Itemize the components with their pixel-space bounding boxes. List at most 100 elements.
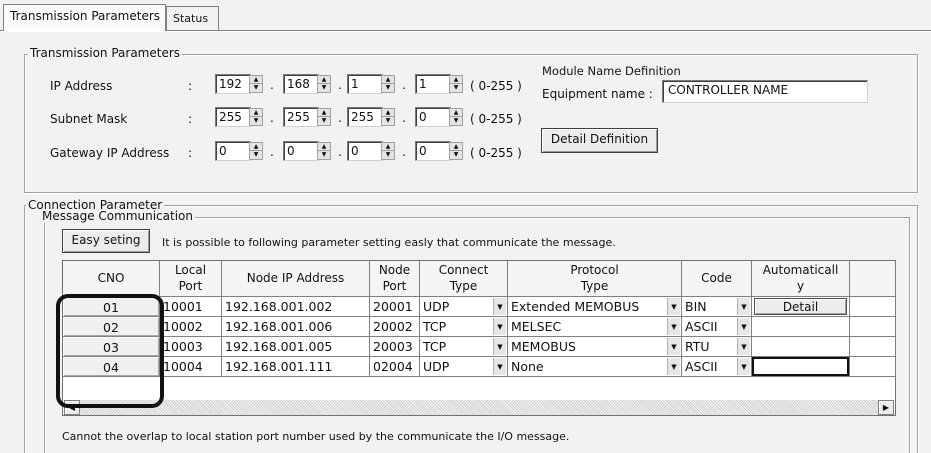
cell-automatically[interactable] (752, 317, 850, 337)
chevron-down-icon[interactable]: ▼ (667, 318, 680, 335)
chevron-down-icon[interactable]: ▼ (737, 298, 750, 315)
cell-protocol-type[interactable]: MELSEC ▼ (508, 317, 682, 337)
chevron-down-icon[interactable]: ▼ (667, 338, 680, 355)
chevron-down-icon[interactable]: ▼ (493, 298, 506, 315)
spin-buttons[interactable]: ▲ ▼ (381, 108, 395, 126)
spin-buttons[interactable]: ▲ ▼ (249, 108, 263, 126)
subnet-octet-spinbox[interactable]: 0 ▲ ▼ (415, 107, 465, 127)
column-header-automatically[interactable]: Automaticall y (752, 261, 850, 297)
column-header-connect-type[interactable]: Connect Type (420, 261, 508, 297)
cell-blank[interactable] (850, 357, 896, 377)
spin-buttons[interactable]: ▲ ▼ (249, 75, 263, 93)
cell-automatically[interactable] (752, 357, 850, 377)
cell-node-port[interactable]: 20003 (370, 337, 420, 357)
ip-octet-input[interactable]: 1 (415, 74, 451, 94)
triangle-up-icon[interactable]: ▲ (382, 109, 394, 117)
chevron-down-icon[interactable]: ▼ (667, 358, 680, 375)
column-header-blank[interactable] (850, 261, 896, 297)
gateway-octet-input[interactable]: 0 (347, 141, 383, 161)
gateway-octet-spinbox[interactable]: 0 ▲ ▼ (415, 141, 465, 161)
detail-button[interactable]: Detail (754, 298, 847, 315)
easy-setting-button[interactable]: Easy seting (62, 229, 150, 253)
ip-octet-input[interactable]: 168 (283, 74, 319, 94)
cell-node-ip-address[interactable]: 192.168.001.002 (222, 297, 370, 317)
cell-node-port[interactable]: 02004 (370, 357, 420, 377)
scroll-right-icon[interactable]: ▶ (878, 400, 894, 415)
triangle-down-icon[interactable]: ▼ (318, 117, 330, 125)
triangle-up-icon[interactable]: ▲ (450, 109, 462, 117)
cell-connect-type[interactable]: TCP ▼ (420, 317, 508, 337)
gateway-octet-input[interactable]: 0 (215, 141, 251, 161)
subnet-octet-input[interactable]: 255 (283, 107, 319, 127)
triangle-down-icon[interactable]: ▼ (250, 117, 262, 125)
column-header-protocol-type[interactable]: Protocol Type (508, 261, 682, 297)
gateway-octet-input[interactable]: 0 (283, 141, 319, 161)
cell-node-ip-address[interactable]: 192.168.001.006 (222, 317, 370, 337)
cell-node-port[interactable]: 20001 (370, 297, 420, 317)
spin-buttons[interactable]: ▲ ▼ (317, 108, 331, 126)
cell-node-ip-address[interactable]: 192.168.001.005 (222, 337, 370, 357)
subnet-octet-input[interactable]: 0 (415, 107, 451, 127)
triangle-down-icon[interactable]: ▼ (382, 151, 394, 159)
chevron-down-icon[interactable]: ▼ (493, 318, 506, 335)
spin-buttons[interactable]: ▲ ▼ (317, 75, 331, 93)
triangle-up-icon[interactable]: ▲ (250, 143, 262, 151)
triangle-down-icon[interactable]: ▼ (450, 117, 462, 125)
spin-buttons[interactable]: ▲ ▼ (381, 75, 395, 93)
triangle-up-icon[interactable]: ▲ (318, 76, 330, 84)
triangle-up-icon[interactable]: ▲ (450, 76, 462, 84)
cell-blank[interactable] (850, 297, 896, 317)
spin-buttons[interactable]: ▲ ▼ (449, 75, 463, 93)
ip-octet-spinbox[interactable]: 192 ▲ ▼ (215, 74, 265, 94)
spin-buttons[interactable]: ▲ ▼ (249, 142, 263, 160)
cell-connect-type[interactable]: TCP ▼ (420, 337, 508, 357)
triangle-down-icon[interactable]: ▼ (318, 151, 330, 159)
detail-definition-button[interactable]: Detail Definition (541, 128, 658, 153)
spin-buttons[interactable]: ▲ ▼ (381, 142, 395, 160)
subnet-octet-spinbox[interactable]: 255 ▲ ▼ (347, 107, 397, 127)
cell-connect-type[interactable]: UDP ▼ (420, 297, 508, 317)
triangle-down-icon[interactable]: ▼ (318, 84, 330, 92)
ip-octet-spinbox[interactable]: 168 ▲ ▼ (283, 74, 333, 94)
ip-octet-spinbox[interactable]: 1 ▲ ▼ (347, 74, 397, 94)
subnet-octet-spinbox[interactable]: 255 ▲ ▼ (215, 107, 265, 127)
gateway-octet-spinbox[interactable]: 0 ▲ ▼ (215, 141, 265, 161)
cell-local-port[interactable]: 10003 (160, 337, 222, 357)
cell-blank[interactable] (850, 337, 896, 357)
column-header-cno[interactable]: CNO (63, 261, 160, 297)
scrollbar-track[interactable] (80, 400, 878, 415)
spin-buttons[interactable]: ▲ ▼ (317, 142, 331, 160)
triangle-up-icon[interactable]: ▲ (318, 143, 330, 151)
triangle-up-icon[interactable]: ▲ (250, 76, 262, 84)
cell-code[interactable]: BIN ▼ (682, 297, 752, 317)
column-header-code[interactable]: Code (682, 261, 752, 297)
cell-automatically[interactable]: Detail (752, 297, 850, 317)
horizontal-scrollbar[interactable]: ◀ ▶ (64, 400, 894, 415)
cell-connect-type[interactable]: UDP ▼ (420, 357, 508, 377)
triangle-down-icon[interactable]: ▼ (450, 84, 462, 92)
chevron-down-icon[interactable]: ▼ (737, 338, 750, 355)
gateway-octet-input[interactable]: 0 (415, 141, 451, 161)
cell-automatically[interactable] (752, 337, 850, 357)
chevron-down-icon[interactable]: ▼ (667, 298, 680, 315)
column-header-local-port[interactable]: Local Port (160, 261, 222, 297)
ip-octet-input[interactable]: 1 (347, 74, 383, 94)
triangle-down-icon[interactable]: ▼ (250, 84, 262, 92)
cell-local-port[interactable]: 10001 (160, 297, 222, 317)
cell-local-port[interactable]: 10002 (160, 317, 222, 337)
triangle-down-icon[interactable]: ▼ (450, 151, 462, 159)
subnet-octet-input[interactable]: 255 (215, 107, 251, 127)
spin-buttons[interactable]: ▲ ▼ (449, 108, 463, 126)
subnet-octet-spinbox[interactable]: 255 ▲ ▼ (283, 107, 333, 127)
equipment-name-input[interactable]: CONTROLLER NAME (662, 80, 868, 103)
subnet-octet-input[interactable]: 255 (347, 107, 383, 127)
triangle-up-icon[interactable]: ▲ (450, 143, 462, 151)
chevron-down-icon[interactable]: ▼ (737, 358, 750, 375)
chevron-down-icon[interactable]: ▼ (493, 358, 506, 375)
cell-code[interactable]: ASCII ▼ (682, 357, 752, 377)
gateway-octet-spinbox[interactable]: 0 ▲ ▼ (283, 141, 333, 161)
ip-octet-spinbox[interactable]: 1 ▲ ▼ (415, 74, 465, 94)
triangle-up-icon[interactable]: ▲ (382, 143, 394, 151)
cell-blank[interactable] (850, 317, 896, 337)
cell-code[interactable]: ASCII ▼ (682, 317, 752, 337)
